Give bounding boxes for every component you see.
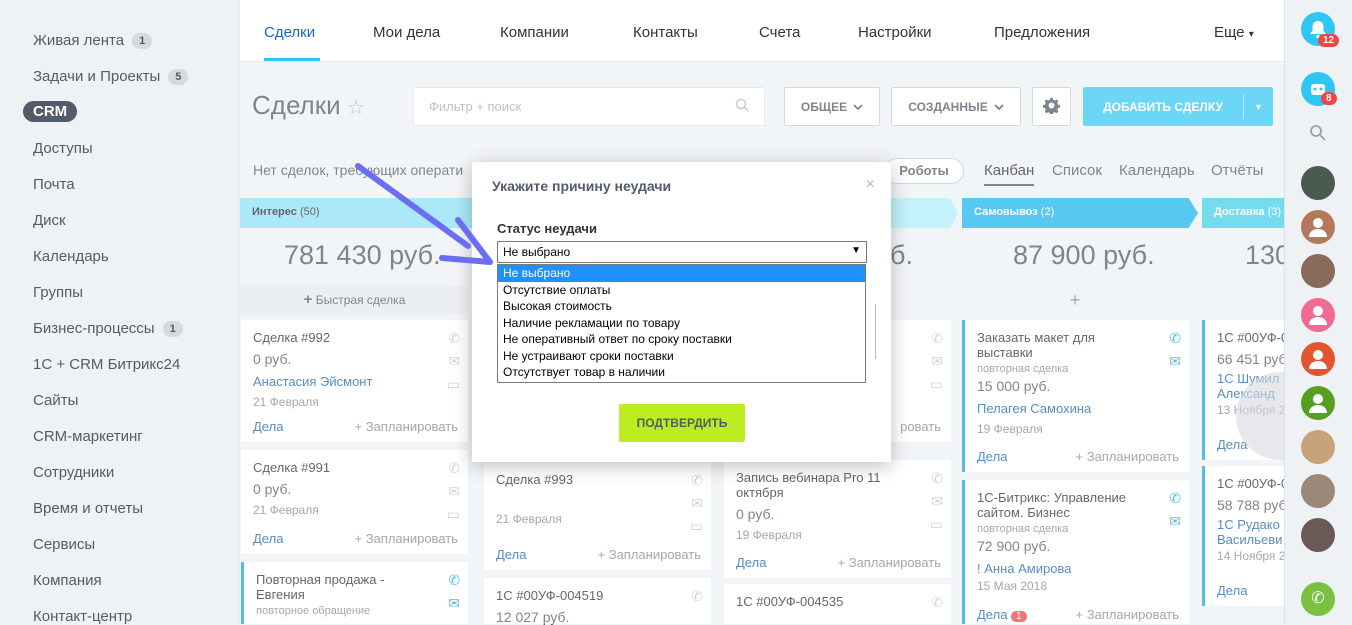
- notifications-badge: 12: [1318, 34, 1340, 47]
- sidebar-item-calendar[interactable]: Календарь: [33, 248, 109, 265]
- counter-badge: 1: [132, 32, 153, 49]
- sidebar-item-groups[interactable]: Группы: [33, 284, 83, 301]
- counter-badge: 5: [168, 68, 189, 85]
- active-tab-indicator: [264, 58, 320, 61]
- sidebar-item-services[interactable]: Сервисы: [33, 536, 95, 553]
- close-icon[interactable]: ×: [866, 176, 875, 194]
- tab-deals[interactable]: Сделки: [264, 24, 315, 41]
- user-avatar[interactable]: [1301, 166, 1335, 200]
- sidebar-item-company[interactable]: Компания: [33, 572, 102, 589]
- user-avatar[interactable]: [1301, 342, 1335, 376]
- sidebar-item-tasks[interactable]: Задачи и Проекты 5: [33, 68, 189, 85]
- sidebar-item-label: Задачи и Проекты: [33, 68, 161, 85]
- left-sidebar: Живая лента 1 Задачи и Проекты 5 CRM Досту…: [0, 0, 239, 625]
- selected-value: Не выбрано: [503, 245, 571, 259]
- sidebar-item-crm-marketing[interactable]: CRM-маркетинг: [33, 428, 143, 445]
- option-not-selected[interactable]: Не выбрано: [498, 265, 865, 282]
- user-avatar[interactable]: [1301, 254, 1335, 288]
- option-out-of-stock[interactable]: Отсутствует товар в наличии: [498, 364, 865, 381]
- sidebar-item-contact-center[interactable]: Контакт-центр: [33, 608, 132, 625]
- sidebar-item-time-reports[interactable]: Время и отчеты: [33, 500, 143, 517]
- sidebar-item-access[interactable]: Доступы: [33, 140, 93, 157]
- sidebar-item-bizproc[interactable]: Бизнес-процессы 1: [33, 320, 183, 337]
- user-avatar[interactable]: [1301, 474, 1335, 508]
- option-delivery-terms[interactable]: Не устраивают сроки поставки: [498, 348, 865, 365]
- tab-more[interactable]: Еще ▾: [1214, 24, 1254, 41]
- failure-status-label: Статус неудачи: [497, 221, 597, 236]
- failure-status-options: Не выбрано Отсутствие оплаты Высокая сто…: [497, 264, 866, 383]
- dropdown-arrow-icon: ▼: [851, 245, 861, 256]
- sidebar-item-crm[interactable]: CRM: [23, 101, 78, 122]
- chevron-down-icon: ▾: [1248, 29, 1254, 40]
- tab-settings[interactable]: Настройки: [858, 24, 932, 41]
- tab-more-label: Еще: [1214, 24, 1245, 41]
- sidebar-item-label: Бизнес-процессы: [33, 320, 155, 337]
- tab-companies[interactable]: Компании: [500, 24, 569, 41]
- sidebar-item-employees[interactable]: Сотрудники: [33, 464, 114, 481]
- option-high-price[interactable]: Высокая стоимость: [498, 298, 865, 315]
- option-no-payment[interactable]: Отсутствие оплаты: [498, 282, 865, 299]
- phone-call-icon[interactable]: ✆: [1301, 582, 1335, 616]
- tab-invoices[interactable]: Счета: [759, 24, 800, 41]
- user-avatar[interactable]: [1301, 210, 1335, 244]
- comment-textarea[interactable]: [872, 304, 876, 359]
- search-icon[interactable]: [1309, 124, 1327, 147]
- confirm-button[interactable]: ПОДТВЕРДИТЬ: [619, 404, 745, 442]
- sidebar-item-live-feed[interactable]: Живая лента 1: [33, 32, 153, 49]
- user-avatar[interactable]: [1301, 430, 1335, 464]
- sidebar-item-label: Живая лента: [33, 32, 125, 49]
- tab-contacts[interactable]: Контакты: [633, 24, 698, 41]
- option-complaint[interactable]: Наличие рекламации по товару: [498, 315, 865, 332]
- sidebar-item-mail[interactable]: Почта: [33, 176, 75, 193]
- user-avatar[interactable]: [1301, 518, 1335, 552]
- annotation-arrow-icon: [355, 163, 493, 265]
- bot-badge: 8: [1321, 92, 1337, 105]
- sidebar-item-sites[interactable]: Сайты: [33, 392, 78, 409]
- counter-badge: 1: [162, 320, 183, 337]
- user-avatar[interactable]: [1301, 386, 1335, 420]
- tab-my-activities[interactable]: Мои дела: [373, 24, 440, 41]
- sidebar-item-1c-crm[interactable]: 1С + CRM Битрикс24: [33, 356, 180, 373]
- right-panel: 12 8 ✆: [1284, 0, 1352, 624]
- option-slow-response[interactable]: Не оперативный ответ по сроку поставки: [498, 331, 865, 348]
- sidebar-item-disk[interactable]: Диск: [33, 212, 66, 229]
- failure-status-select[interactable]: Не выбрано ▼: [497, 241, 867, 263]
- user-avatar[interactable]: [1301, 298, 1335, 332]
- dialog-title: Укажите причину неудачи: [492, 178, 672, 194]
- tab-offers[interactable]: Предложения: [994, 24, 1090, 41]
